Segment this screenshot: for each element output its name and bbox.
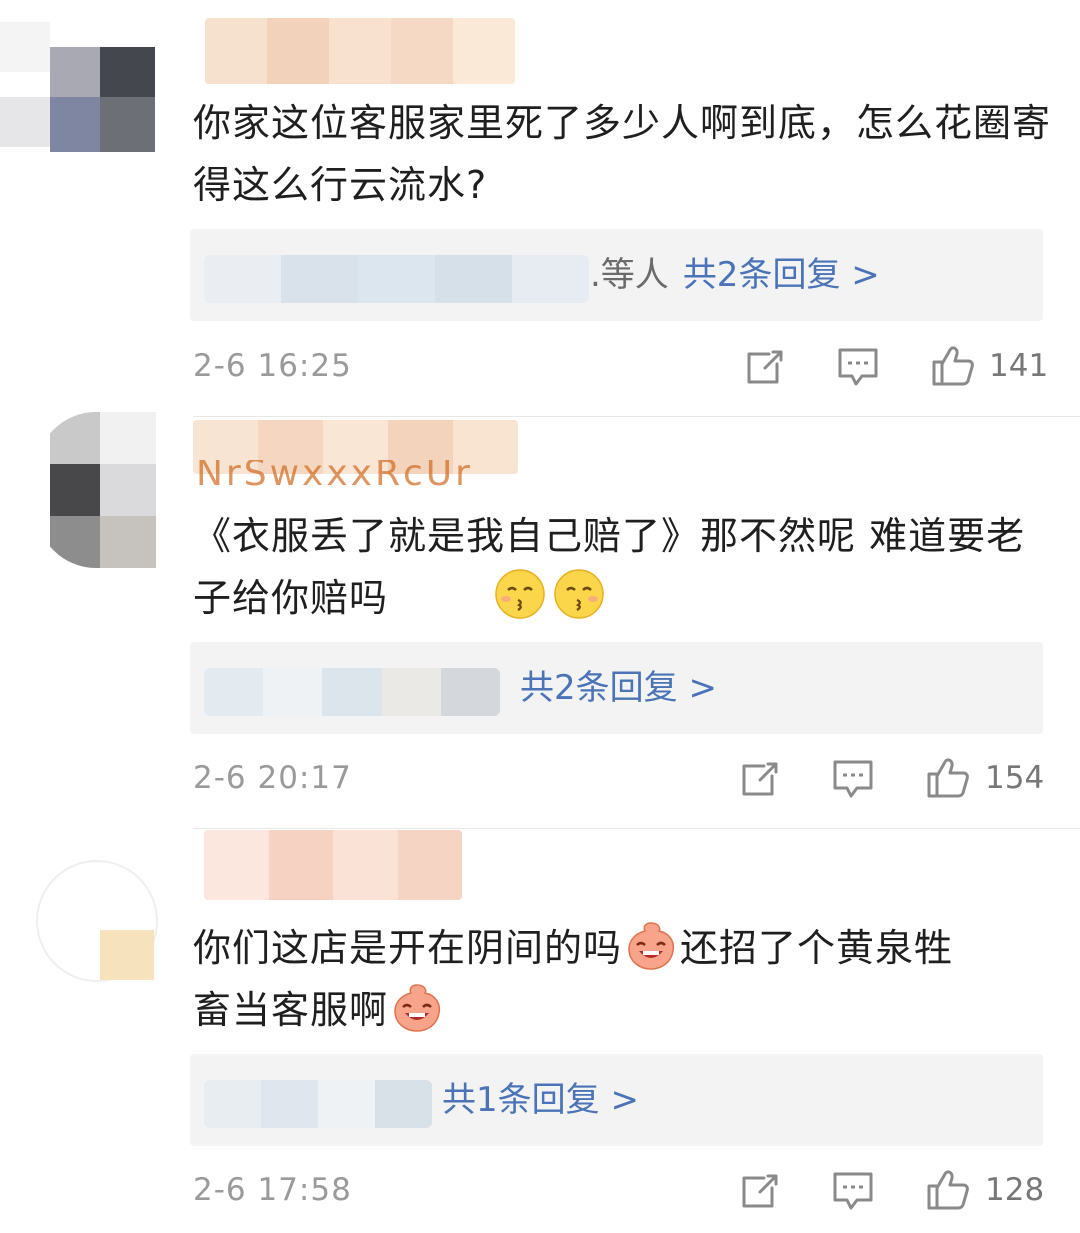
like-count: 128 [985, 1172, 1045, 1208]
reply-count-link[interactable]: 共1条回复 > [442, 1080, 639, 1120]
avatar[interactable] [36, 852, 160, 982]
comment-text: 你们这店是开在阴间的吗 还招了个黄泉牲 畜当客服啊 [193, 917, 1053, 1041]
laughing-emoji [394, 984, 441, 1032]
timestamp: 2-6 17:58 [193, 1172, 352, 1208]
reply-preview[interactable]: 共1条回复 > [190, 1054, 1043, 1146]
laughing-emoji [628, 922, 675, 970]
comment-meta: 2-6 17:58 128 [193, 1164, 1045, 1224]
comment-icon[interactable] [831, 1170, 875, 1216]
reply-users-blurred [204, 1080, 432, 1128]
share-icon[interactable] [738, 1170, 780, 1216]
username-blurred[interactable] [204, 830, 462, 900]
like-icon[interactable] [925, 1166, 971, 1216]
comment-item: 你们这店是开在阴间的吗 还招了个黄泉牲 畜当客服啊 共1条回复 > 2-6 17:5… [0, 0, 1080, 1233]
